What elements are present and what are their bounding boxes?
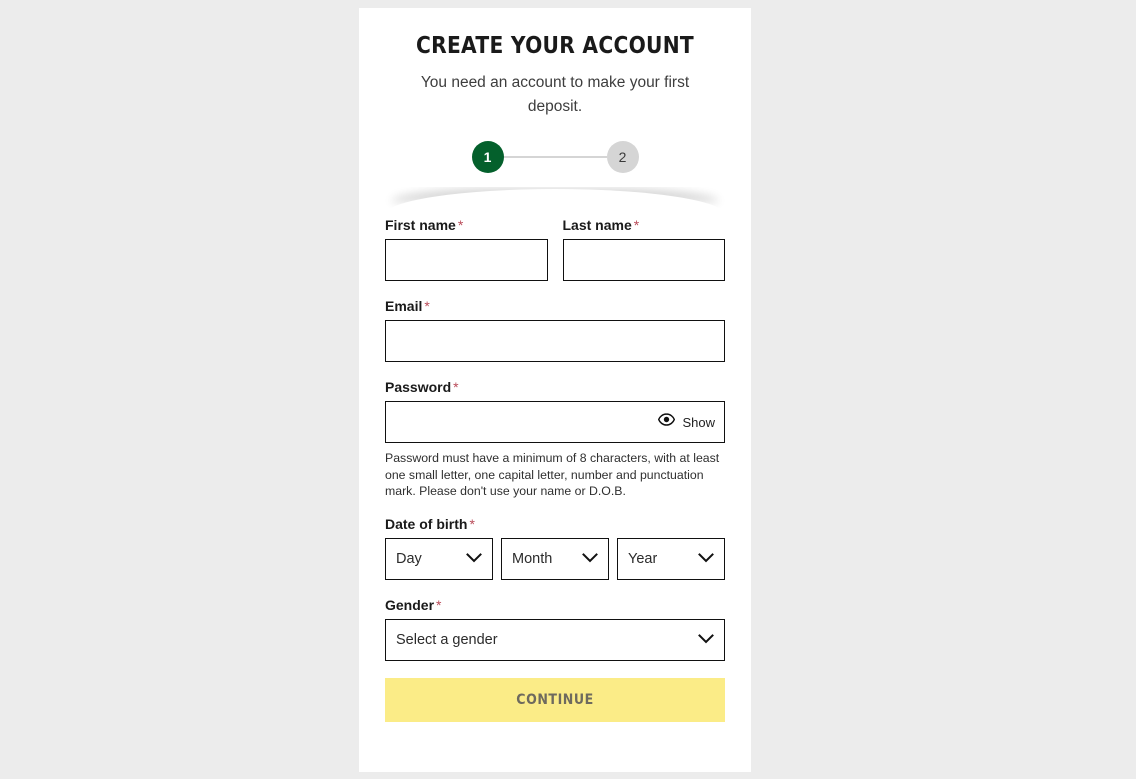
curved-divider-shadow bbox=[385, 189, 725, 215]
curved-divider bbox=[359, 187, 751, 217]
password-input-wrapper: Show bbox=[385, 401, 725, 444]
year-select-value: Year bbox=[628, 551, 658, 568]
page-subtitle: You need an account to make your first d… bbox=[420, 74, 690, 116]
required-asterisk: * bbox=[424, 298, 430, 315]
page-title: CREATE YOUR ACCOUNT bbox=[415, 33, 695, 59]
password-field: Password * Show Password must have a min… bbox=[385, 379, 725, 499]
gender-select-value: Select a gender bbox=[396, 632, 498, 649]
email-label-text: Email bbox=[385, 298, 423, 315]
last-name-field: Last name * bbox=[562, 217, 726, 282]
required-asterisk: * bbox=[453, 379, 459, 396]
date-of-birth-selects: Day Month Year bbox=[385, 538, 725, 581]
step-2-label: 2 bbox=[618, 149, 627, 166]
page-root: CREATE YOUR ACCOUNT You need an account … bbox=[0, 0, 1136, 779]
day-select-value: Day bbox=[396, 551, 422, 568]
signup-card: CREATE YOUR ACCOUNT You need an account … bbox=[359, 8, 751, 772]
last-name-label: Last name * bbox=[563, 217, 726, 233]
gender-field: Gender * Select a gender bbox=[385, 597, 725, 662]
first-name-label-text: First name bbox=[385, 217, 456, 234]
continue-button[interactable]: CONTINUE bbox=[385, 678, 725, 723]
step-1-label: 1 bbox=[483, 149, 492, 166]
chevron-down-icon bbox=[698, 631, 714, 649]
required-asterisk: * bbox=[436, 597, 442, 614]
required-asterisk: * bbox=[633, 217, 640, 234]
month-select[interactable]: Month bbox=[501, 538, 609, 581]
month-select-value: Month bbox=[512, 551, 553, 568]
gender-select[interactable]: Select a gender bbox=[385, 619, 725, 662]
last-name-label-text: Last name bbox=[562, 217, 632, 234]
email-label: Email * bbox=[385, 298, 725, 314]
name-row: First name * Last name * bbox=[385, 217, 725, 298]
step-indicator: 1 2 bbox=[387, 141, 723, 174]
year-select[interactable]: Year bbox=[617, 538, 725, 581]
password-label-text: Password bbox=[385, 379, 452, 396]
step-connector-line bbox=[503, 156, 607, 159]
date-of-birth-label-text: Date of birth bbox=[385, 516, 468, 533]
email-field: Email * bbox=[385, 298, 725, 363]
day-select[interactable]: Day bbox=[385, 538, 493, 581]
date-of-birth-label: Date of birth * bbox=[385, 516, 725, 532]
password-label: Password * bbox=[385, 379, 725, 395]
card-header: CREATE YOUR ACCOUNT You need an account … bbox=[359, 8, 751, 174]
eye-icon bbox=[658, 413, 676, 431]
required-asterisk: * bbox=[469, 516, 475, 533]
password-show-toggle[interactable]: Show bbox=[658, 413, 715, 431]
chevron-down-icon bbox=[582, 550, 598, 568]
first-name-input[interactable] bbox=[385, 239, 548, 282]
chevron-down-icon bbox=[466, 550, 482, 568]
email-input[interactable] bbox=[385, 320, 725, 363]
continue-button-label: CONTINUE bbox=[516, 692, 594, 709]
gender-label-text: Gender bbox=[385, 597, 435, 614]
password-helper-text: Password must have a minimum of 8 charac… bbox=[385, 451, 720, 499]
password-show-label: Show bbox=[682, 414, 715, 430]
first-name-field: First name * bbox=[385, 217, 548, 282]
step-1-circle[interactable]: 1 bbox=[471, 141, 504, 174]
step-2-circle[interactable]: 2 bbox=[606, 141, 639, 174]
gender-label: Gender * bbox=[385, 597, 725, 613]
date-of-birth-field: Date of birth * Day Month Year bbox=[385, 516, 725, 581]
first-name-label: First name * bbox=[385, 217, 548, 233]
signup-form: First name * Last name * Email * Passwor… bbox=[359, 217, 751, 723]
required-asterisk: * bbox=[457, 217, 464, 234]
chevron-down-icon bbox=[698, 550, 714, 568]
last-name-input[interactable] bbox=[562, 239, 725, 282]
